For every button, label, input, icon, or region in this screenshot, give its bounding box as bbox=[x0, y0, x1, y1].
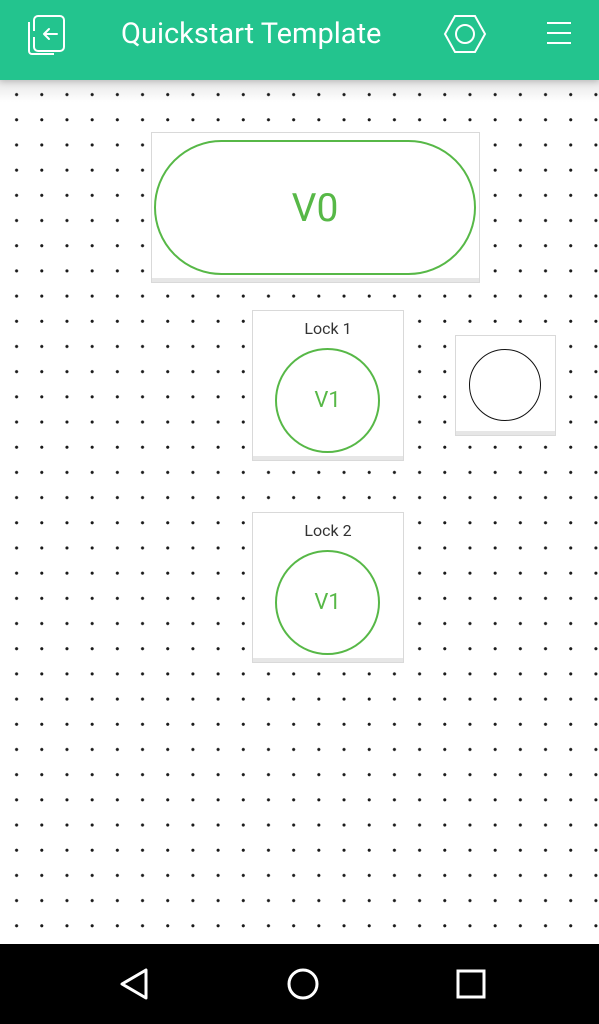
led-indicator bbox=[469, 349, 541, 421]
circle-home-icon bbox=[287, 968, 319, 1000]
page-title: Quickstart Template bbox=[121, 17, 382, 51]
v0-button[interactable]: V0 bbox=[154, 140, 476, 275]
lock1-button-label: V1 bbox=[314, 388, 341, 413]
nav-back-button[interactable] bbox=[89, 944, 179, 1024]
dashboard-canvas[interactable]: V0 Lock 1 V1 Lock 2 V1 bbox=[0, 80, 599, 944]
system-nav-bar bbox=[0, 944, 599, 1024]
button-widget-v0[interactable]: V0 bbox=[151, 132, 480, 283]
v0-button-label: V0 bbox=[291, 184, 339, 231]
hexagon-nut-icon[interactable] bbox=[443, 13, 487, 55]
nav-home-button[interactable] bbox=[258, 944, 348, 1024]
nav-recents-button[interactable] bbox=[426, 944, 516, 1024]
lock1-title: Lock 1 bbox=[304, 319, 352, 338]
lock2-button[interactable]: V1 bbox=[275, 550, 380, 655]
lock2-widget[interactable]: Lock 2 V1 bbox=[252, 512, 404, 663]
led-widget[interactable] bbox=[455, 335, 556, 436]
lock2-button-label: V1 bbox=[314, 590, 341, 615]
app-header: Quickstart Template bbox=[0, 0, 599, 80]
square-recents-icon bbox=[456, 969, 486, 999]
lock1-button[interactable]: V1 bbox=[275, 348, 380, 453]
lock2-title: Lock 2 bbox=[304, 521, 352, 540]
hamburger-menu-icon[interactable] bbox=[546, 21, 572, 45]
triangle-back-icon bbox=[120, 968, 148, 1000]
lock1-widget[interactable]: Lock 1 V1 bbox=[252, 310, 404, 461]
exit-icon[interactable] bbox=[24, 13, 70, 55]
